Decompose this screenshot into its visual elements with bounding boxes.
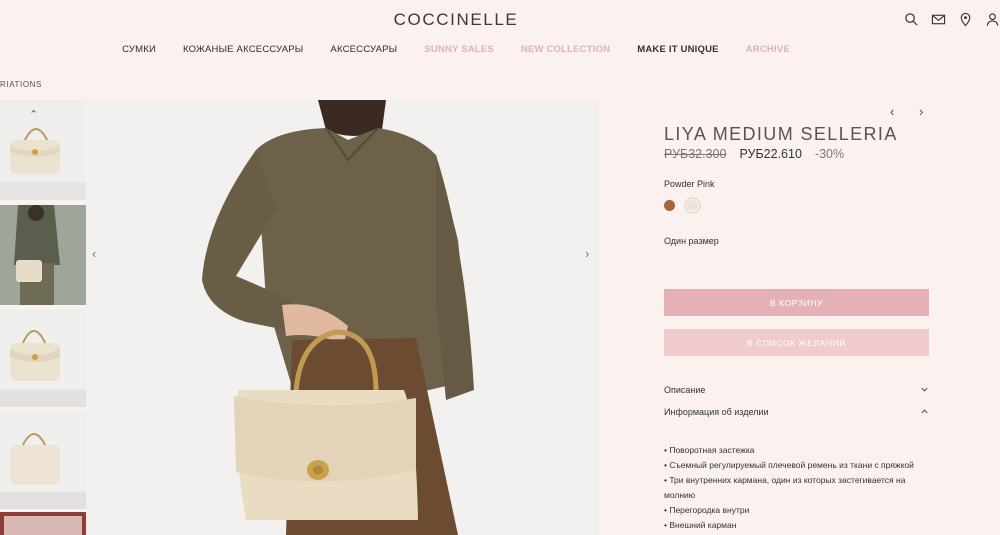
add-to-cart-button[interactable]: В КОРЗИНУ xyxy=(664,289,929,316)
accordion-product-info[interactable]: Информация об изделии xyxy=(664,407,929,418)
nav-item-make-it-unique[interactable]: MAKE IT UNIQUE xyxy=(637,44,718,55)
thumbnail-2[interactable] xyxy=(0,205,86,305)
thumbnail-up-arrow[interactable]: ⌃ xyxy=(29,108,38,121)
mail-icon[interactable] xyxy=(931,12,946,27)
thumbnail-strip xyxy=(0,100,86,535)
user-icon[interactable] xyxy=(985,12,1000,27)
prev-product-arrow[interactable]: ‹ xyxy=(890,104,894,119)
color-swatch-powder-pink[interactable] xyxy=(687,200,698,211)
sale-price: РУБ22.610 xyxy=(739,147,802,161)
nav-item-new-collection[interactable]: NEW COLLECTION xyxy=(521,44,610,55)
main-product-image xyxy=(86,100,599,535)
color-swatches xyxy=(664,200,698,211)
product-details-list: • Поворотная застежка • Съемный регулиру… xyxy=(664,443,929,533)
gallery-prev-arrow[interactable]: ‹ xyxy=(92,246,96,261)
brand-logo[interactable]: COCCINELLE xyxy=(0,10,912,30)
thumbnail-4[interactable] xyxy=(0,411,86,509)
price-block: РУБ32.300 РУБ22.610 -30% xyxy=(664,147,844,161)
add-to-wishlist-button[interactable]: В СПИСОК ЖЕЛАНИЙ xyxy=(664,329,929,356)
thumbnail-3[interactable] xyxy=(0,309,86,407)
nav-item-leather-accessories[interactable]: КОЖАНЫЕ АКСЕССУАРЫ xyxy=(183,44,303,55)
accordion-description-label: Описание xyxy=(664,385,706,395)
main-nav: СУМКИ КОЖАНЫЕ АКСЕССУАРЫ АКСЕССУАРЫ SUNN… xyxy=(0,44,912,55)
accordion-description[interactable]: Описание xyxy=(664,385,929,396)
color-swatch-brown[interactable] xyxy=(664,200,675,211)
size-label[interactable]: Один размер xyxy=(664,236,719,246)
detail-item: • Съемный регулируемый плечевой ремень и… xyxy=(664,460,914,470)
chevron-down-icon xyxy=(920,385,929,396)
detail-item: • Поворотная застежка xyxy=(664,445,755,455)
detail-item: • Перегородка внутри xyxy=(664,505,750,515)
model-illustration xyxy=(86,100,599,535)
selected-color-label: Powder Pink xyxy=(664,179,715,189)
location-icon[interactable] xyxy=(958,12,973,27)
accordion-product-info-label: Информация об изделии xyxy=(664,407,769,417)
discount-badge: -30% xyxy=(814,147,845,161)
detail-item: • Три внутренних кармана, один из которы… xyxy=(664,475,906,500)
nav-item-sunny-sales[interactable]: SUNNY SALES xyxy=(424,44,494,55)
old-price: РУБ32.300 xyxy=(664,147,727,161)
gallery-next-arrow[interactable]: › xyxy=(585,246,589,261)
search-icon[interactable] xyxy=(904,12,919,27)
chevron-up-icon xyxy=(920,407,929,418)
nav-item-bags[interactable]: СУМКИ xyxy=(122,44,156,55)
nav-item-accessories[interactable]: АКСЕССУАРЫ xyxy=(330,44,397,55)
product-title: LIYA MEDIUM SELLERIA xyxy=(664,124,898,144)
next-product-arrow[interactable]: › xyxy=(919,104,923,119)
nav-item-archive[interactable]: ARCHIVE xyxy=(746,44,790,55)
breadcrumb[interactable]: RIATIONS xyxy=(0,80,42,89)
header-icons xyxy=(904,12,1000,27)
thumbnail-5[interactable] xyxy=(0,512,86,535)
detail-item: • Внешний карман xyxy=(664,520,737,530)
thumbnail-1[interactable] xyxy=(0,100,86,200)
